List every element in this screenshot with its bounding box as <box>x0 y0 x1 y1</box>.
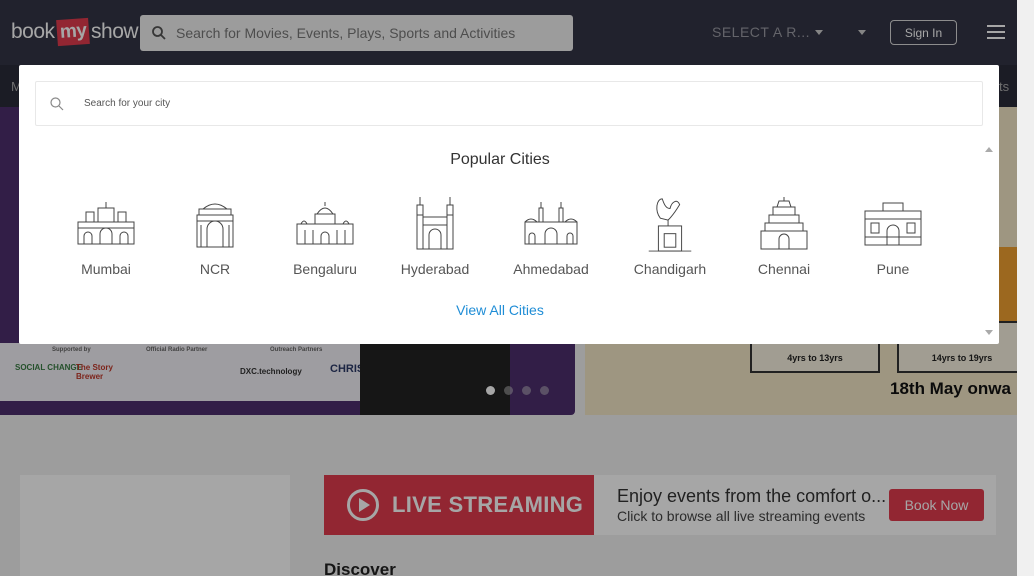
ncr-landmark-icon <box>196 203 234 248</box>
bengaluru-landmark-icon <box>296 202 354 245</box>
city-item-bengaluru[interactable]: Bengaluru <box>270 195 380 277</box>
city-search-input[interactable]: Search for your city <box>35 81 983 126</box>
pune-landmark-icon <box>864 202 922 246</box>
city-name: Chandigarh <box>633 261 707 277</box>
city-item-ncr[interactable]: NCR <box>160 195 270 277</box>
page-scrollbar[interactable] <box>1017 0 1034 576</box>
chandigarh-landmark-icon <box>648 198 692 252</box>
city-item-hyderabad[interactable]: Hyderabad <box>380 195 490 277</box>
city-item-mumbai[interactable]: Mumbai <box>51 195 161 277</box>
city-name: Hyderabad <box>400 261 470 277</box>
search-icon <box>50 96 64 110</box>
city-selector-modal: Search for your city Popular Cities Mumb… <box>19 65 999 344</box>
chennai-landmark-icon <box>760 197 808 250</box>
city-name: Pune <box>876 261 910 277</box>
view-all-cities-link[interactable]: View All Cities <box>19 302 981 318</box>
city-item-ahmedabad[interactable]: Ahmedabad <box>496 195 606 277</box>
view-all-cities-label[interactable]: View All Cities <box>456 302 544 318</box>
city-search-placeholder: Search for your city <box>84 98 171 109</box>
city-name: Bengaluru <box>293 261 357 277</box>
scroll-down-arrow-icon[interactable] <box>985 330 993 335</box>
mumbai-landmark-icon <box>77 202 135 245</box>
scroll-up-arrow-icon[interactable] <box>985 147 993 152</box>
city-name: Chennai <box>757 261 811 277</box>
popular-cities-heading: Popular Cities <box>450 151 550 168</box>
popular-cities-list: Mumbai NCR Bengaluru Hyderabad Ahmedabad… <box>19 195 981 285</box>
modal-scrollbar[interactable] <box>982 141 996 341</box>
city-item-chandigarh[interactable]: Chandigarh <box>615 195 725 277</box>
city-item-pune[interactable]: Pune <box>838 195 948 277</box>
city-name: Mumbai <box>81 261 131 277</box>
city-name: Ahmedabad <box>513 261 589 277</box>
city-name: NCR <box>199 261 231 277</box>
city-item-chennai[interactable]: Chennai <box>729 195 839 277</box>
ahmedabad-landmark-icon <box>524 202 578 245</box>
hyderabad-landmark-icon <box>416 197 454 250</box>
